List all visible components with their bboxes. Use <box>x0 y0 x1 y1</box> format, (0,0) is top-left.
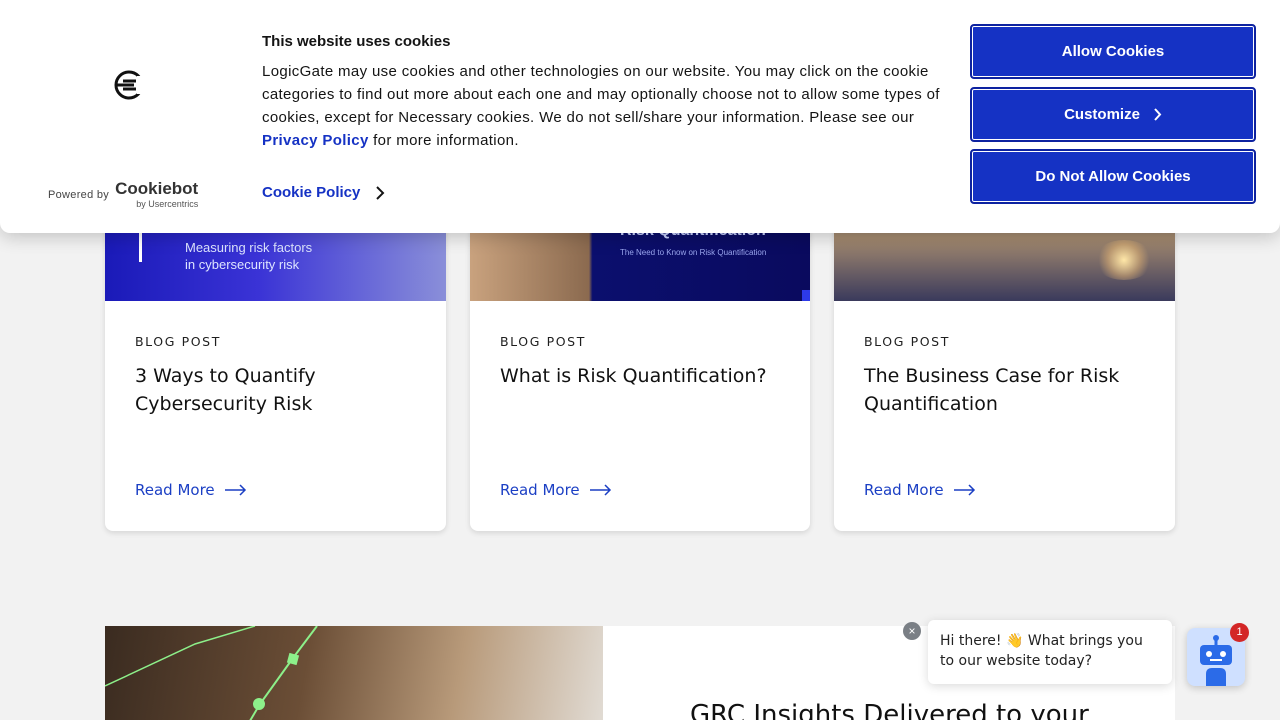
read-more-label: Read More <box>864 481 944 499</box>
cookie-dialog-text: LogicGate may use cookies and other tech… <box>262 60 952 152</box>
read-more-link[interactable]: Read More <box>135 481 247 499</box>
card-kind: BLOG POST <box>500 334 586 349</box>
accent-block <box>802 290 810 301</box>
cookie-policy-link[interactable]: Cookie Policy <box>262 184 385 201</box>
sun-glow <box>1094 240 1154 280</box>
chart-line-decoration <box>105 626 318 720</box>
button-label: Allow Cookies <box>1061 43 1165 60</box>
card-title-line: 3 Ways to Quantify <box>135 365 316 387</box>
arrow-right-icon <box>953 484 975 496</box>
cookiebot-logo: Cookiebot <box>115 179 199 198</box>
card-title[interactable]: What is Risk Quantification? <box>500 362 767 390</box>
read-more-label: Read More <box>500 481 580 499</box>
chevron-right-icon <box>376 185 385 200</box>
arrow-right-icon <box>224 484 246 496</box>
customize-button[interactable]: Customize <box>970 87 1256 142</box>
chat-close-button[interactable]: × <box>903 622 921 640</box>
card-kind: BLOG POST <box>864 334 950 349</box>
chevron-right-icon <box>1154 108 1162 121</box>
card-title-line: Quantification <box>864 393 998 415</box>
cookie-consent-dialog: Powered by Cookiebot by Usercentrics Thi… <box>0 0 1280 233</box>
cookie-text-part: LogicGate may use cookies and other tech… <box>262 63 940 126</box>
banner-photo <box>105 626 603 720</box>
powered-by-label: Powered by <box>48 189 110 201</box>
powered-by-cookiebot[interactable]: Powered by Cookiebot by Usercentrics <box>48 179 199 209</box>
cookie-policy-label: Cookie Policy <box>262 184 361 201</box>
card-title-line: What is Risk Quantification? <box>500 365 767 387</box>
thumbnail-text: Measuring risk factors <box>185 240 313 255</box>
button-label: Do Not Allow Cookies <box>1035 168 1191 185</box>
arrow-right-icon <box>589 484 611 496</box>
logicgate-logo-icon <box>114 70 146 100</box>
read-more-label: Read More <box>135 481 215 499</box>
banner-heading: GRC Insights Delivered to your <box>690 700 1089 720</box>
card-title[interactable]: 3 Ways to Quantify Cybersecurity Risk <box>135 362 316 418</box>
do-not-allow-cookies-button[interactable]: Do Not Allow Cookies <box>970 149 1256 204</box>
cookie-text-part: for more information. <box>368 132 519 149</box>
read-more-link[interactable]: Read More <box>864 481 976 499</box>
thumbnail-text: The Need to Know on Risk Quantification <box>620 248 767 257</box>
cookie-dialog-title: This website uses cookies <box>262 33 451 50</box>
button-label: Customize <box>1064 106 1140 123</box>
notification-badge: 1 <box>1230 623 1249 642</box>
chat-greeting-bubble[interactable]: Hi there! 👋 What brings you to our websi… <box>928 620 1172 684</box>
privacy-policy-link[interactable]: Privacy Policy <box>262 132 369 149</box>
card-kind: BLOG POST <box>135 334 221 349</box>
card-title-line: Cybersecurity Risk <box>135 393 313 415</box>
card-title-line: The Business Case for Risk <box>864 365 1120 387</box>
usercentrics-label: by Usercentrics <box>136 199 199 209</box>
read-more-link[interactable]: Read More <box>500 481 612 499</box>
card-title[interactable]: The Business Case for Risk Quantificatio… <box>864 362 1119 418</box>
allow-cookies-button[interactable]: Allow Cookies <box>970 24 1256 79</box>
thumbnail-text: in cybersecurity risk <box>185 257 300 272</box>
